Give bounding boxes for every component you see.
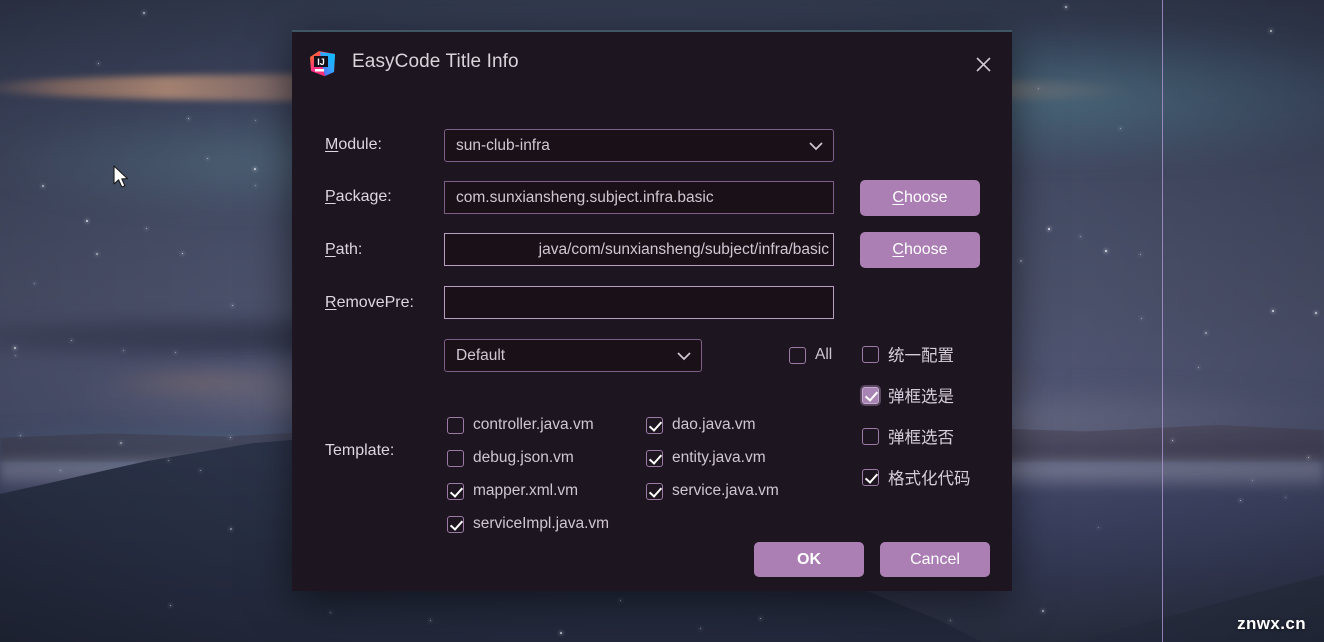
module-label: Module: <box>325 136 382 154</box>
template-checkbox-mapper[interactable]: mapper.xml.vm <box>447 482 578 500</box>
template-preset-value: Default <box>456 347 505 365</box>
mouse-cursor <box>113 165 131 195</box>
module-value: sun-club-infra <box>456 137 550 155</box>
path-choose-rest: hoose <box>904 241 948 259</box>
template-checkbox-serviceimpl-label: serviceImpl.java.vm <box>473 515 609 533</box>
template-checkbox-dao[interactable]: dao.java.vm <box>646 416 756 434</box>
option-checkbox-unified-config[interactable]: 统一配置 <box>862 342 954 366</box>
template-checkbox-debug[interactable]: debug.json.vm <box>447 449 574 467</box>
template-label: Template: <box>325 442 394 460</box>
option-checkbox-format-code-label: 格式化代码 <box>888 465 971 489</box>
path-input[interactable]: java/com/sunxiansheng/subject/infra/basi… <box>444 233 834 266</box>
all-checkbox-label: All <box>815 346 832 364</box>
template-checkbox-service-label: service.java.vm <box>672 482 779 500</box>
package-label-rest: ackage: <box>336 188 392 205</box>
template-checkbox-dao-label: dao.java.vm <box>672 416 756 434</box>
watermark-text: znwx.cn <box>1237 614 1306 634</box>
template-checkbox-serviceimpl[interactable]: serviceImpl.java.vm <box>447 515 609 533</box>
package-label-mnemonic: P <box>325 188 336 205</box>
option-checkbox-dialog-no[interactable]: 弹框选否 <box>862 424 954 448</box>
desktop-background: znwx.cn IJ EasyCode Title Info Module: s… <box>0 0 1324 642</box>
path-choose-button[interactable]: Choose <box>860 232 980 268</box>
path-label-rest: ath: <box>336 241 363 258</box>
package-input[interactable]: com.sunxiansheng.subject.infra.basic <box>444 181 834 214</box>
path-choose-mnemonic: C <box>892 241 904 259</box>
dialog-titlebar: IJ EasyCode Title Info <box>292 32 1012 94</box>
ok-button[interactable]: OK <box>754 542 864 577</box>
close-icon[interactable] <box>967 48 999 80</box>
package-label: Package: <box>325 188 392 206</box>
template-checkbox-debug-box <box>447 450 464 467</box>
vertical-guide-line <box>1162 0 1163 642</box>
option-checkbox-format-code-box <box>862 469 879 486</box>
module-combo[interactable]: sun-club-infra <box>444 129 834 162</box>
removepre-label-mnemonic: R <box>325 294 337 311</box>
module-label-rest: odule: <box>338 136 382 153</box>
template-preset-combo[interactable]: Default <box>444 339 702 372</box>
option-checkbox-dialog-yes-label: 弹框选是 <box>888 383 954 407</box>
module-label-mnemonic: M <box>325 136 338 153</box>
template-checkbox-entity-box <box>646 450 663 467</box>
template-checkbox-entity[interactable]: entity.java.vm <box>646 449 766 467</box>
template-checkbox-service[interactable]: service.java.vm <box>646 482 779 500</box>
removepre-input[interactable] <box>444 286 834 319</box>
template-checkbox-service-box <box>646 483 663 500</box>
package-choose-rest: hoose <box>904 189 948 207</box>
template-checkbox-controller-box <box>447 417 464 434</box>
package-choose-mnemonic: C <box>892 189 904 207</box>
intellij-idea-icon: IJ <box>309 50 336 77</box>
template-checkbox-serviceimpl-box <box>447 516 464 533</box>
removepre-label: RemovePre: <box>325 294 414 312</box>
easycode-title-info-dialog: IJ EasyCode Title Info Module: sun-club-… <box>292 30 1012 591</box>
path-value: java/com/sunxiansheng/subject/infra/basi… <box>539 241 829 259</box>
chevron-down-icon <box>677 351 691 360</box>
package-value: com.sunxiansheng.subject.infra.basic <box>456 189 714 207</box>
template-checkbox-dao-box <box>646 417 663 434</box>
path-label-mnemonic: P <box>325 241 336 258</box>
option-checkbox-unified-config-box <box>862 346 879 363</box>
template-checkbox-controller-label: controller.java.vm <box>473 416 594 434</box>
template-checkbox-entity-label: entity.java.vm <box>672 449 766 467</box>
option-checkbox-dialog-no-label: 弹框选否 <box>888 424 954 448</box>
removepre-label-rest: emovePre: <box>337 294 414 311</box>
option-checkbox-unified-config-label: 统一配置 <box>888 342 954 366</box>
option-checkbox-dialog-no-box <box>862 428 879 445</box>
all-checkbox-box <box>789 347 806 364</box>
dialog-title: EasyCode Title Info <box>352 51 519 73</box>
package-choose-button[interactable]: Choose <box>860 180 980 216</box>
all-checkbox[interactable]: All <box>789 346 832 364</box>
option-checkbox-dialog-yes[interactable]: 弹框选是 <box>862 383 954 407</box>
template-checkbox-debug-label: debug.json.vm <box>473 449 574 467</box>
chevron-down-icon <box>809 141 823 150</box>
option-checkbox-format-code[interactable]: 格式化代码 <box>862 465 971 489</box>
cancel-button[interactable]: Cancel <box>880 542 990 577</box>
svg-text:IJ: IJ <box>317 57 325 67</box>
template-checkbox-mapper-box <box>447 483 464 500</box>
option-checkbox-dialog-yes-box <box>862 387 879 404</box>
template-checkbox-controller[interactable]: controller.java.vm <box>447 416 594 434</box>
path-label: Path: <box>325 241 362 259</box>
template-checkbox-mapper-label: mapper.xml.vm <box>473 482 578 500</box>
